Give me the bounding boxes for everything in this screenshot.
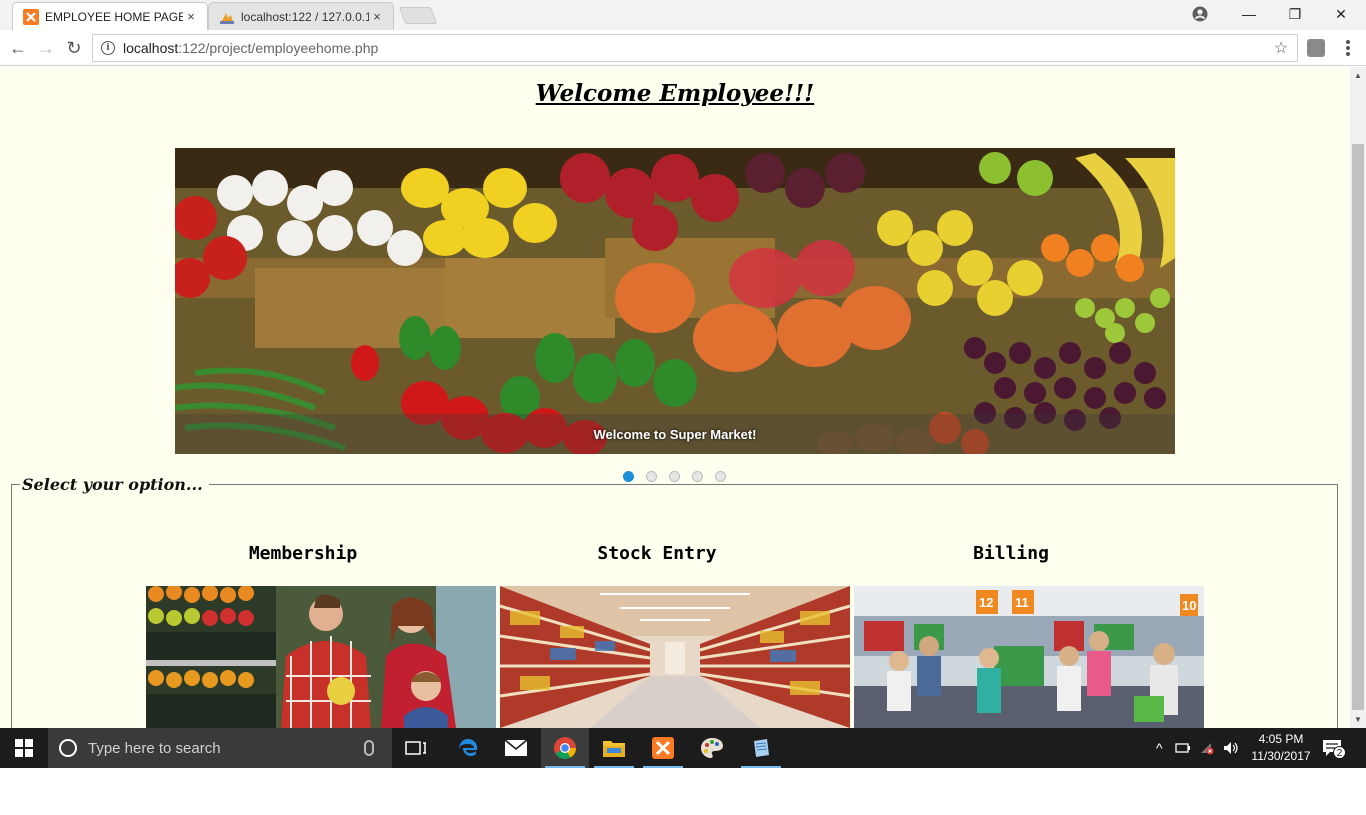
tab-close-icon[interactable]: × (369, 9, 385, 24)
tab-phpmyadmin[interactable]: localhost:122 / 127.0.0.1 × (208, 2, 394, 30)
tab-close-icon[interactable]: × (183, 9, 199, 24)
windows-taskbar: Type here to search ^ 4:05 PM 11/30/2017… (0, 728, 1366, 768)
tab-title: localhost:122 / 127.0.0.1 (241, 9, 369, 24)
reload-button[interactable]: ↻ (62, 36, 86, 60)
taskbar-clock[interactable]: 4:05 PM 11/30/2017 (1248, 731, 1314, 765)
stock-entry-image[interactable] (500, 586, 850, 728)
bookmark-star-icon[interactable]: ☆ (1269, 38, 1293, 58)
paint-palette-icon (701, 738, 723, 758)
mail-button[interactable] (492, 728, 540, 768)
task-view-button[interactable] (392, 728, 440, 768)
option-title-stock-entry[interactable]: Stock Entry (482, 543, 832, 564)
clock-date: 11/30/2017 (1251, 749, 1311, 763)
option-title-billing[interactable]: Billing (836, 543, 1186, 564)
produce-market-photo (175, 148, 1175, 454)
xampp-favicon (23, 8, 39, 25)
options-legend: Select your option... (22, 475, 203, 494)
windows-logo-icon (15, 739, 33, 757)
xampp-icon (652, 737, 674, 759)
minimize-button[interactable]: — (1226, 0, 1272, 28)
tab-title: EMPLOYEE HOME PAGE (45, 9, 183, 24)
paint-button[interactable] (688, 728, 736, 768)
task-view-icon (405, 741, 426, 755)
edge-button[interactable] (444, 728, 492, 768)
option-title-membership[interactable]: Membership (128, 543, 478, 564)
slider-caption: Welcome to Super Market! (593, 427, 757, 442)
restore-button[interactable]: ❐ (1272, 0, 1318, 28)
billing-image[interactable]: 12 11 10 (854, 586, 1204, 728)
welcome-heading: Welcome Employee!!! (535, 80, 815, 107)
taskbar-search-box[interactable]: Type here to search (48, 728, 392, 768)
url-text[interactable]: localhost:122/project/employeehome.php (123, 40, 1269, 56)
chrome-icon (554, 737, 576, 759)
tab-strip: EMPLOYEE HOME PAGE × localhost:122 / 127… (0, 0, 1366, 30)
scroll-down-arrow-icon[interactable]: ▼ (1354, 715, 1362, 724)
forward-button[interactable]: → (34, 36, 58, 60)
svg-text:10: 10 (1182, 598, 1196, 613)
xampp-button[interactable] (639, 728, 687, 768)
extension-icon[interactable] (1307, 39, 1325, 57)
folder-icon (603, 741, 625, 757)
browser-toolbar: ← → ↻ i localhost:122/project/employeeho… (0, 30, 1366, 66)
system-tray: ^ (1156, 728, 1239, 768)
network-error-icon[interactable] (1199, 741, 1215, 755)
file-explorer-button[interactable] (590, 728, 638, 768)
svg-text:11: 11 (1015, 595, 1029, 610)
supermarket-aisle-photo (500, 586, 850, 728)
edge-icon (459, 739, 478, 756)
volume-icon[interactable] (1223, 741, 1239, 755)
app-button[interactable] (737, 728, 785, 768)
show-hidden-icons-button[interactable]: ^ (1156, 740, 1163, 756)
mail-icon (504, 739, 528, 756)
url-path: :122/project/employeehome.php (178, 40, 379, 56)
page-viewport: Welcome Employee!!! Welcome to Super Mar… (0, 67, 1350, 728)
page-scrollbar[interactable]: ▲ ▼ (1350, 67, 1366, 728)
close-window-button[interactable]: ✕ (1318, 0, 1364, 28)
image-slider[interactable]: Welcome to Super Market! (175, 148, 1175, 454)
microphone-icon[interactable] (364, 740, 374, 756)
address-bar[interactable]: i localhost:122/project/employeehome.php… (92, 34, 1298, 62)
svg-text:12: 12 (979, 595, 993, 610)
clock-time: 4:05 PM (1258, 732, 1304, 746)
scroll-up-arrow-icon[interactable]: ▲ (1354, 71, 1362, 80)
profile-icon[interactable] (1192, 6, 1208, 22)
checkout-counter-photo: 12 11 10 (854, 586, 1204, 728)
blank-area (0, 768, 1366, 815)
family-shopping-produce-photo (146, 586, 496, 728)
phpmyadmin-favicon (220, 12, 234, 24)
scrollbar-thumb[interactable] (1352, 144, 1364, 710)
chrome-button[interactable] (541, 728, 589, 768)
back-button[interactable]: ← (6, 36, 30, 60)
notification-count-badge: 2 (1333, 746, 1346, 759)
search-placeholder: Type here to search (88, 739, 221, 757)
tab-employee-home[interactable]: EMPLOYEE HOME PAGE × (12, 2, 208, 30)
new-tab-button[interactable] (398, 7, 438, 24)
menu-icon[interactable] (1340, 38, 1356, 58)
start-button[interactable] (0, 728, 48, 768)
info-icon[interactable]: i (101, 41, 115, 55)
action-center-button[interactable]: 2 (1322, 738, 1346, 759)
url-host: localhost (123, 40, 179, 56)
battery-icon[interactable] (1174, 742, 1191, 754)
membership-image[interactable] (146, 586, 496, 728)
cortana-icon (59, 739, 77, 757)
document-app-icon (754, 739, 769, 757)
